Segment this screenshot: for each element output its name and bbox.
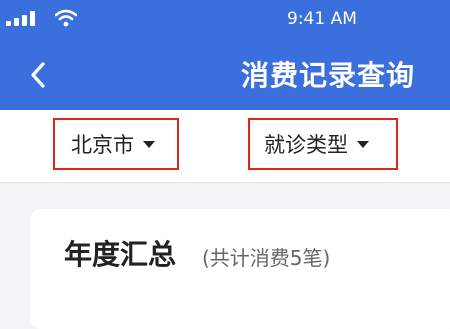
city-filter-dropdown[interactable]: 北京市 bbox=[53, 118, 179, 170]
signal-bars-icon bbox=[6, 11, 35, 26]
content-area: 年度汇总 (共计消费5笔) bbox=[0, 183, 450, 329]
caret-down-icon bbox=[143, 140, 155, 148]
summary-title: 年度汇总 bbox=[64, 238, 177, 271]
city-filter-label: 北京市 bbox=[71, 133, 134, 157]
summary-count: (共计消费5笔) bbox=[202, 246, 331, 270]
status-bar: 9:41 AM bbox=[0, 0, 450, 38]
status-time: 9:41 AM bbox=[287, 9, 357, 29]
filter-bar: 北京市 就诊类型 bbox=[0, 110, 450, 183]
page-title: 消费记录查询 bbox=[240, 59, 415, 92]
caret-down-icon bbox=[357, 140, 369, 148]
chevron-left-icon bbox=[31, 62, 45, 88]
app-header: 9:41 AM 消费记录查询 bbox=[0, 0, 450, 110]
visit-type-filter-label: 就诊类型 bbox=[264, 133, 348, 157]
visit-type-filter-dropdown[interactable]: 就诊类型 bbox=[248, 118, 398, 170]
annual-summary-card[interactable]: 年度汇总 (共计消费5笔) bbox=[30, 209, 450, 329]
wifi-icon bbox=[55, 9, 77, 27]
back-button[interactable] bbox=[22, 56, 54, 94]
